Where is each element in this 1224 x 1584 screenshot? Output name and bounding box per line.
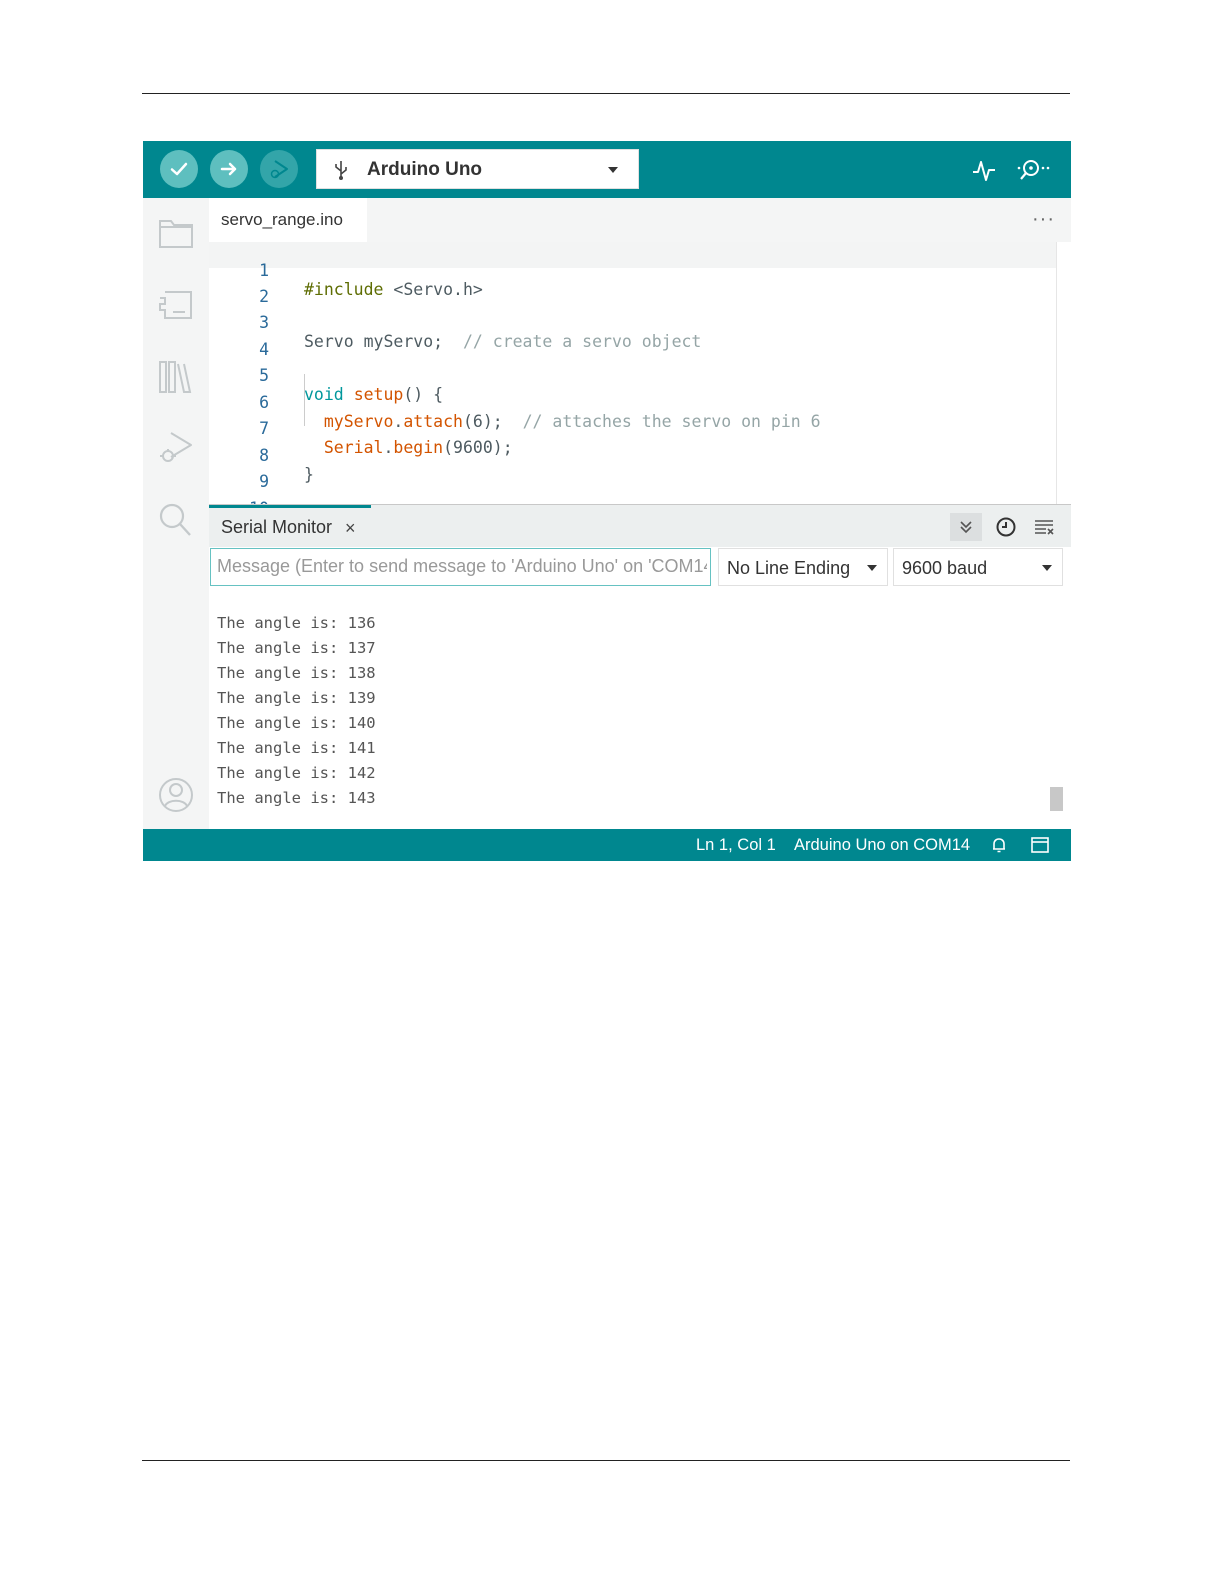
board-status[interactable]: Arduino Uno on COM14 — [794, 836, 970, 855]
code-line: 10 void loop() { — [209, 480, 1057, 537]
code-line: 3 Servo myServo; // create a servo objec… — [209, 294, 1057, 351]
arrow-right-icon — [220, 162, 237, 176]
output-scrollbar-thumb[interactable] — [1050, 787, 1063, 811]
output-line: The angle is: 136 — [217, 614, 376, 632]
serial-plotter-icon[interactable] — [969, 155, 999, 185]
indent-guide — [304, 374, 305, 426]
chevron-down-icon — [867, 565, 877, 571]
debug-button[interactable] — [260, 150, 298, 188]
output-line: The angle is: 138 — [217, 664, 376, 682]
code-line: 6 myServo.attach(6); // attaches the ser… — [209, 374, 1057, 431]
output-line: The angle is: 139 — [217, 689, 376, 707]
footer-rule — [142, 1460, 1070, 1461]
code-line: 8 } — [209, 427, 1057, 484]
boards-manager-icon[interactable] — [157, 286, 195, 322]
serial-monitor-panel: Serial Monitor × No — [209, 504, 1071, 829]
timestamp-button[interactable] — [990, 513, 1022, 541]
debug-icon — [270, 160, 288, 179]
line-ending-select[interactable]: No Line Ending — [718, 548, 888, 586]
code-line: 5 void setup() { — [209, 347, 1057, 404]
editor-tab-bar: servo_range.ino ··· — [209, 198, 1071, 242]
usb-icon — [335, 161, 347, 180]
cursor-position[interactable]: Ln 1, Col 1 — [696, 836, 776, 855]
code-area[interactable]: 1 #include <Servo.h> 2 3 Servo myServo; … — [209, 242, 1057, 537]
sidebar — [143, 198, 209, 829]
code-line: 7 Serial.begin(9600); — [209, 400, 1057, 457]
serial-output[interactable]: The angle is: 136 The angle is: 137 The … — [209, 590, 1071, 829]
baud-rate-value: 9600 baud — [902, 558, 988, 578]
more-options-icon[interactable]: ··· — [1032, 208, 1055, 231]
folder-icon[interactable] — [157, 215, 195, 251]
toggle-panel-icon[interactable] — [1030, 836, 1050, 854]
serial-monitor-icon[interactable] — [1015, 155, 1055, 185]
toolbar: Arduino Uno — [143, 141, 1071, 198]
board-selector[interactable]: Arduino Uno — [316, 149, 639, 189]
code-line: 1 #include <Servo.h> — [209, 242, 1057, 299]
serial-monitor-header: Serial Monitor × — [209, 504, 1071, 547]
active-tab-indicator — [209, 505, 371, 508]
debug-icon[interactable] — [157, 427, 195, 467]
baud-rate-select[interactable]: 9600 baud — [893, 548, 1063, 586]
output-line: The angle is: 137 — [217, 639, 376, 657]
output-line: The angle is: 142 — [217, 764, 376, 782]
double-chevron-down-icon — [960, 521, 972, 534]
check-icon — [170, 162, 188, 176]
tab-label: servo_range.ino — [221, 210, 343, 229]
clear-output-icon — [1035, 520, 1054, 535]
output-line: The angle is: 140 — [217, 714, 376, 732]
library-manager-icon[interactable] — [157, 356, 195, 396]
close-icon[interactable]: × — [345, 518, 356, 539]
editor-scrollbar[interactable] — [1056, 242, 1071, 504]
serial-message-input[interactable] — [210, 548, 713, 586]
chevron-down-icon — [1042, 565, 1052, 571]
line-ending-value: No Line Ending — [727, 558, 851, 578]
code-line: 2 — [209, 268, 1057, 306]
autoscroll-button[interactable] — [950, 513, 982, 541]
code-line: 9 — [209, 453, 1057, 491]
arduino-ide-window: Arduino Uno servo_range.ino ··· 1 #inclu… — [143, 141, 1071, 861]
message-field[interactable] — [211, 549, 713, 583]
status-bar: Ln 1, Col 1 Arduino Uno on COM14 — [143, 829, 1071, 861]
search-icon[interactable] — [157, 500, 195, 540]
code-editor: servo_range.ino ··· 1 #include <Servo.h>… — [209, 198, 1071, 537]
upload-button[interactable] — [210, 150, 248, 188]
chevron-down-icon — [608, 167, 618, 173]
board-name: Arduino Uno — [367, 159, 483, 180]
clear-output-button[interactable] — [1028, 513, 1060, 541]
account-icon[interactable] — [157, 775, 195, 815]
bell-icon[interactable] — [990, 836, 1008, 854]
header-rule — [142, 93, 1070, 94]
serial-monitor-title[interactable]: Serial Monitor — [221, 517, 332, 538]
verify-button[interactable] — [160, 150, 198, 188]
output-line: The angle is: 143 — [217, 789, 376, 807]
output-line: The angle is: 141 — [217, 739, 376, 757]
code-line: 4 — [209, 321, 1057, 359]
clock-icon — [996, 517, 1016, 537]
tab-servo-range[interactable]: servo_range.ino — [209, 198, 367, 242]
